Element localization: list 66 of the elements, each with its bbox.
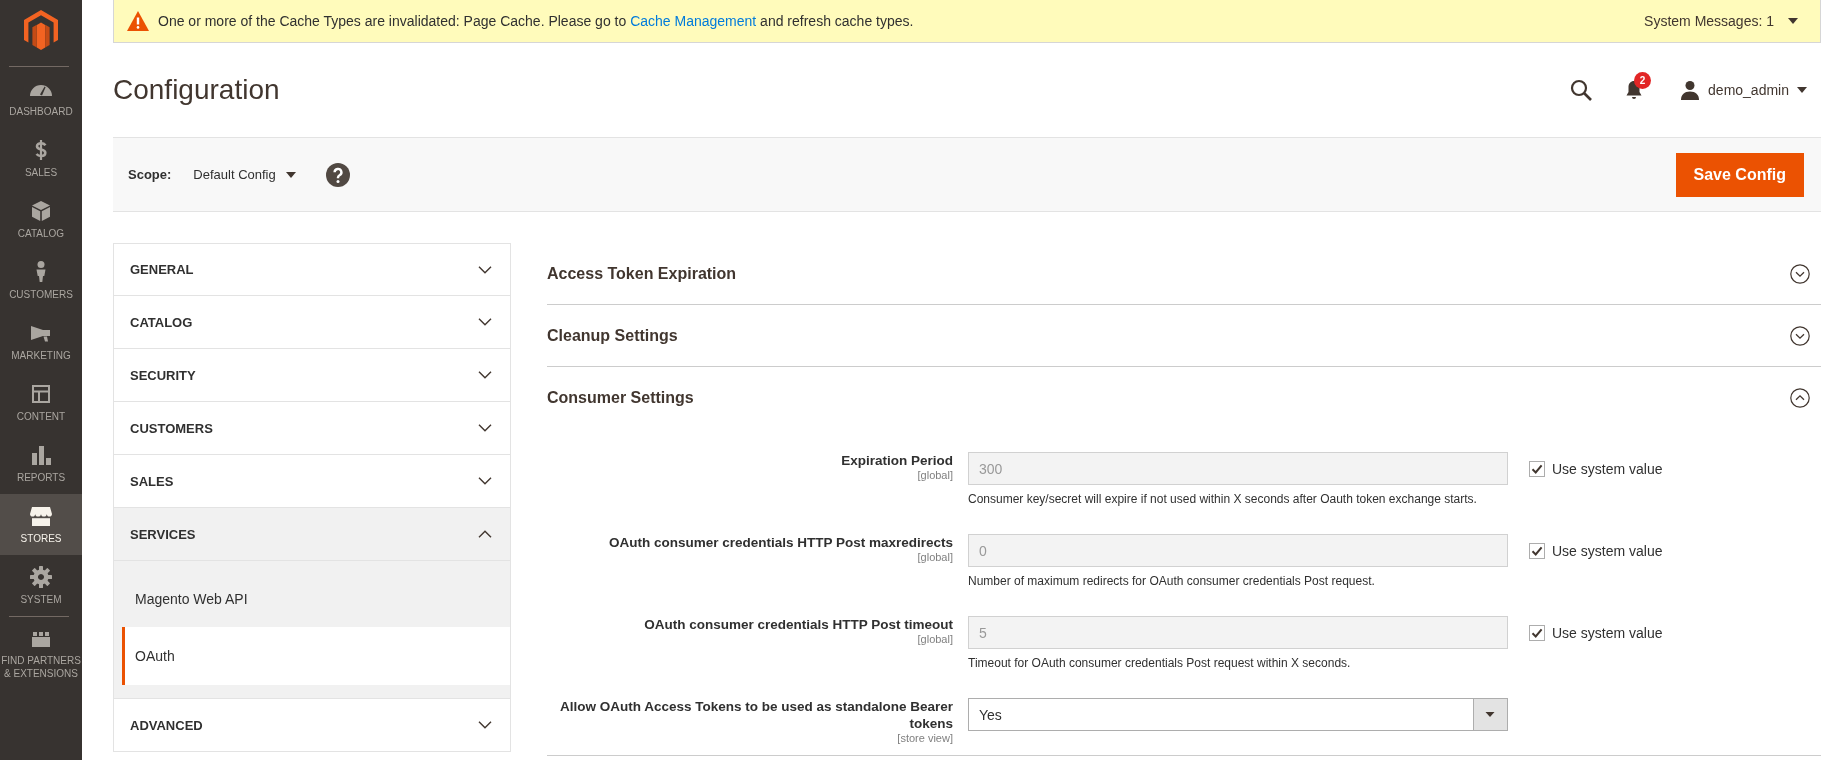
field-note: Timeout for OAuth consumer credentials Post request within X seconds. xyxy=(968,655,1352,671)
chevron-circle-icon xyxy=(1790,263,1810,284)
user-icon xyxy=(1680,80,1701,100)
field-label: OAuth consumer credentials HTTP Post timeout xyxy=(643,616,953,633)
caret-icon xyxy=(1788,18,1798,24)
sidebar-menu-item[interactable]: CONTENT xyxy=(0,372,82,433)
warning-icon xyxy=(127,11,149,31)
chevron-icon xyxy=(478,318,492,326)
chevron-icon xyxy=(478,424,492,432)
sidebar-menu-item[interactable]: MARKETING xyxy=(0,311,82,372)
sidebar-menu-item[interactable]: SALES xyxy=(0,128,82,189)
cube-icon xyxy=(29,199,53,223)
storefront-icon xyxy=(29,504,53,528)
sidebar-menu-item[interactable]: CATALOG xyxy=(0,189,82,250)
save-config-button[interactable]: Save Config xyxy=(1675,152,1804,197)
chevron-icon xyxy=(478,371,492,379)
config-section-tab[interactable]: SECURITY xyxy=(113,349,511,402)
layout-icon xyxy=(29,382,53,406)
sidebar-menu-item[interactable]: REPORTS xyxy=(0,433,82,494)
field-note: Consumer key/secret will expire if not used within X seconds after Oauth token exchange starts. xyxy=(968,491,1478,507)
user-menu[interactable]: demo_admin xyxy=(1680,80,1807,100)
config-section-tab[interactable]: CATALOG xyxy=(113,296,511,349)
chevron-icon xyxy=(478,530,492,538)
bar-chart-icon xyxy=(29,443,53,467)
scope-note: [global] xyxy=(916,551,953,564)
config-section-tab[interactable]: SALES xyxy=(113,455,511,508)
system-message-text: One or more of the Cache Types are invalidated: Page Cache. Please go to Cache Management and refresh cache types. xyxy=(158,13,914,29)
sidebar-menu-item[interactable]: FIND PARTNERS & EXTENSIONS xyxy=(0,617,82,690)
config-section-tab[interactable]: GENERAL xyxy=(113,243,511,296)
scope-note: [store view] xyxy=(896,732,953,745)
chevron-icon xyxy=(478,721,492,729)
sidebar-menu-item[interactable]: DASHBOARD xyxy=(0,67,82,128)
scope-label: Scope: xyxy=(128,167,172,182)
select-field[interactable]: Yes xyxy=(968,698,1508,731)
search-icon[interactable] xyxy=(1570,79,1593,101)
config-section-tab[interactable]: CUSTOMERS xyxy=(113,402,511,455)
notification-count: 2 xyxy=(1634,72,1652,89)
config-section-tab[interactable]: SERVICES xyxy=(113,508,511,561)
chevron-circle-icon xyxy=(1790,325,1810,346)
config-subsection-link[interactable]: Magento Web API xyxy=(122,571,510,627)
config-subsection-link[interactable]: OAuth xyxy=(122,627,510,685)
logo-icon[interactable] xyxy=(24,10,58,50)
config-section-tab[interactable]: ADVANCED xyxy=(113,699,511,752)
sidebar-menu-item[interactable]: SYSTEM xyxy=(0,555,82,616)
group-header[interactable]: Access Token Expiration xyxy=(547,243,1821,304)
caret-icon xyxy=(1797,87,1807,93)
scope-note: [global] xyxy=(916,633,953,646)
field-label: OAuth consumer credentials HTTP Post maxredirects xyxy=(607,534,953,551)
caret-icon xyxy=(285,171,296,178)
scope-note: [global] xyxy=(916,469,953,482)
field-label: Allow OAuth Access Tokens to be used as standalone Bearer tokens xyxy=(558,698,953,732)
chevron-circle-icon xyxy=(1790,387,1810,408)
help-icon[interactable] xyxy=(325,162,350,187)
sidebar-menu-item[interactable]: STORES xyxy=(0,494,82,555)
chevron-icon xyxy=(478,265,492,274)
chevron-icon xyxy=(478,477,492,485)
field-label: Expiration Period xyxy=(840,452,953,469)
cache-management-link[interactable]: Cache Management xyxy=(630,13,757,29)
field-note: Number of maximum redirects for OAuth consumer credentials Post request. xyxy=(968,573,1376,589)
gear-icon xyxy=(29,565,53,589)
system-messages-toggle[interactable]: System Messages: 1 xyxy=(1644,13,1798,29)
sidebar-menu-item[interactable]: CUSTOMERS xyxy=(0,250,82,311)
group-header[interactable]: Consumer Settings xyxy=(547,367,1821,428)
page-title: Configuration xyxy=(113,74,280,106)
group-header[interactable]: Cleanup Settings xyxy=(547,305,1821,366)
scope-switcher[interactable]: Default Config xyxy=(193,167,296,182)
